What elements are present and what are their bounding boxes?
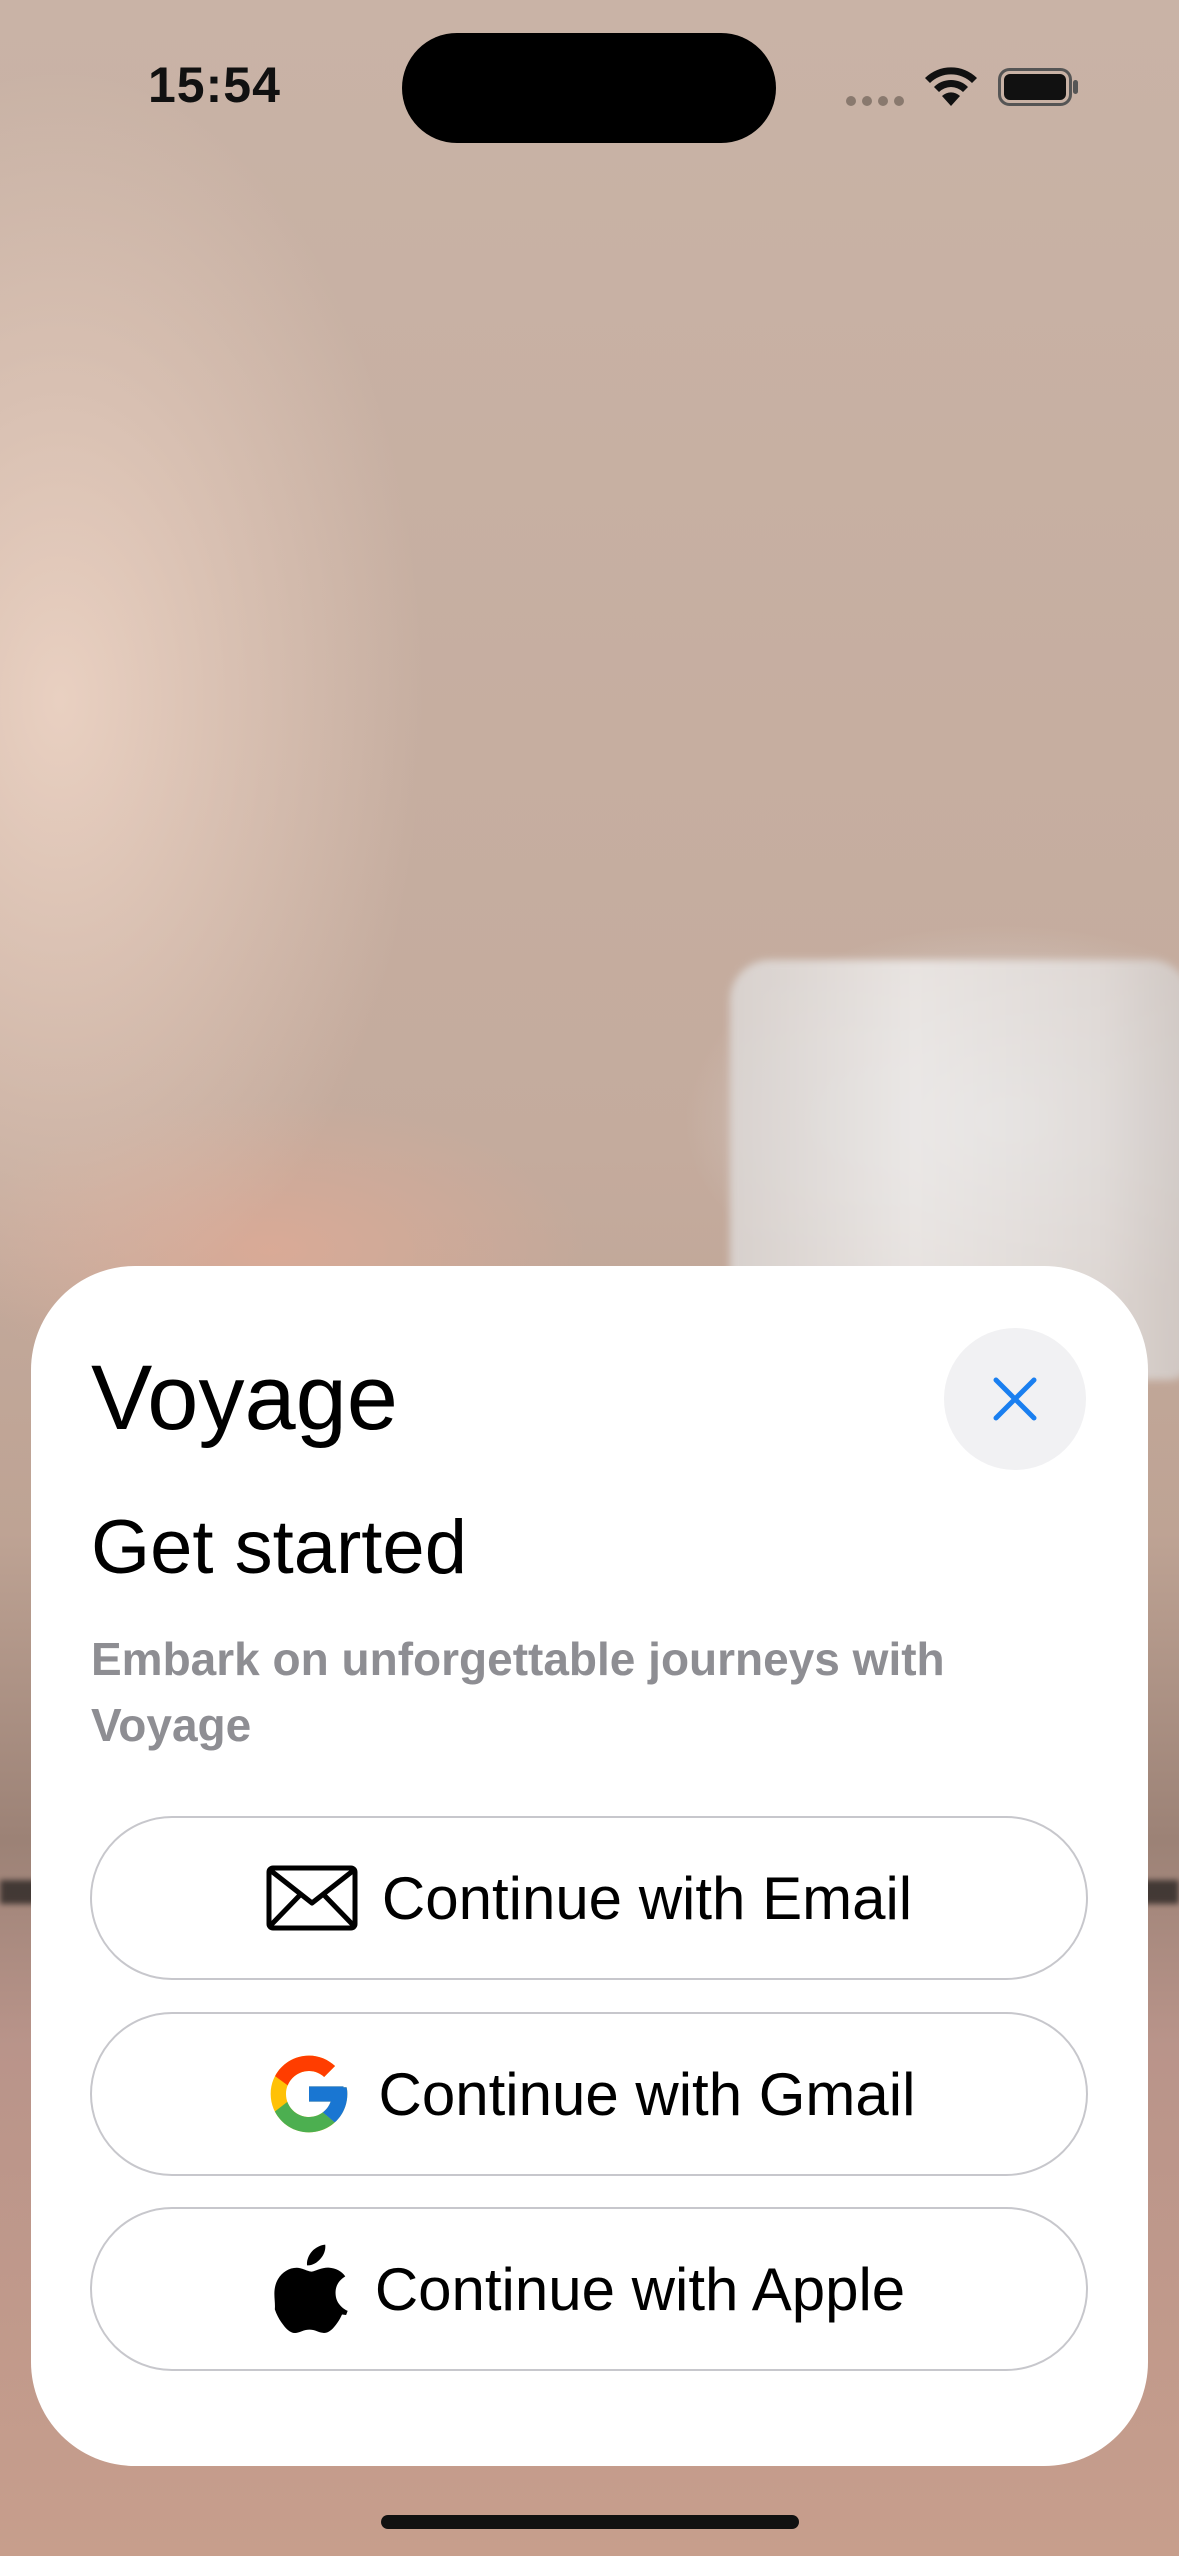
continue-with-gmail-button[interactable]: Continue with Gmail	[90, 2012, 1088, 2176]
envelope-icon	[266, 1865, 358, 1931]
continue-with-gmail-label: Continue with Gmail	[378, 2060, 916, 2128]
home-indicator	[381, 2515, 799, 2529]
wifi-icon	[925, 67, 977, 106]
continue-with-email-label: Continue with Email	[381, 1864, 913, 1932]
continue-with-apple-label: Continue with Apple	[374, 2255, 906, 2323]
dynamic-island	[402, 33, 776, 143]
apple-icon	[274, 2244, 348, 2334]
battery-icon	[998, 68, 1078, 106]
close-icon	[993, 1377, 1037, 1421]
status-bar: 15:54	[0, 0, 1179, 170]
sheet-subtitle: Embark on unforgettable journeys with Vo…	[91, 1633, 945, 1751]
sheet-heading: Get started	[91, 1505, 467, 1590]
cellular-signal-icon	[846, 96, 904, 106]
sign-in-sheet: Voyage Get started Embark on unforgettab…	[31, 1266, 1148, 2466]
app-title: Voyage	[91, 1347, 398, 1449]
continue-with-email-button[interactable]: Continue with Email	[90, 1816, 1088, 1980]
google-icon	[270, 2055, 347, 2133]
status-time: 15:54	[148, 57, 281, 113]
continue-with-apple-button[interactable]: Continue with Apple	[90, 2207, 1088, 2371]
close-button[interactable]	[944, 1328, 1086, 1470]
